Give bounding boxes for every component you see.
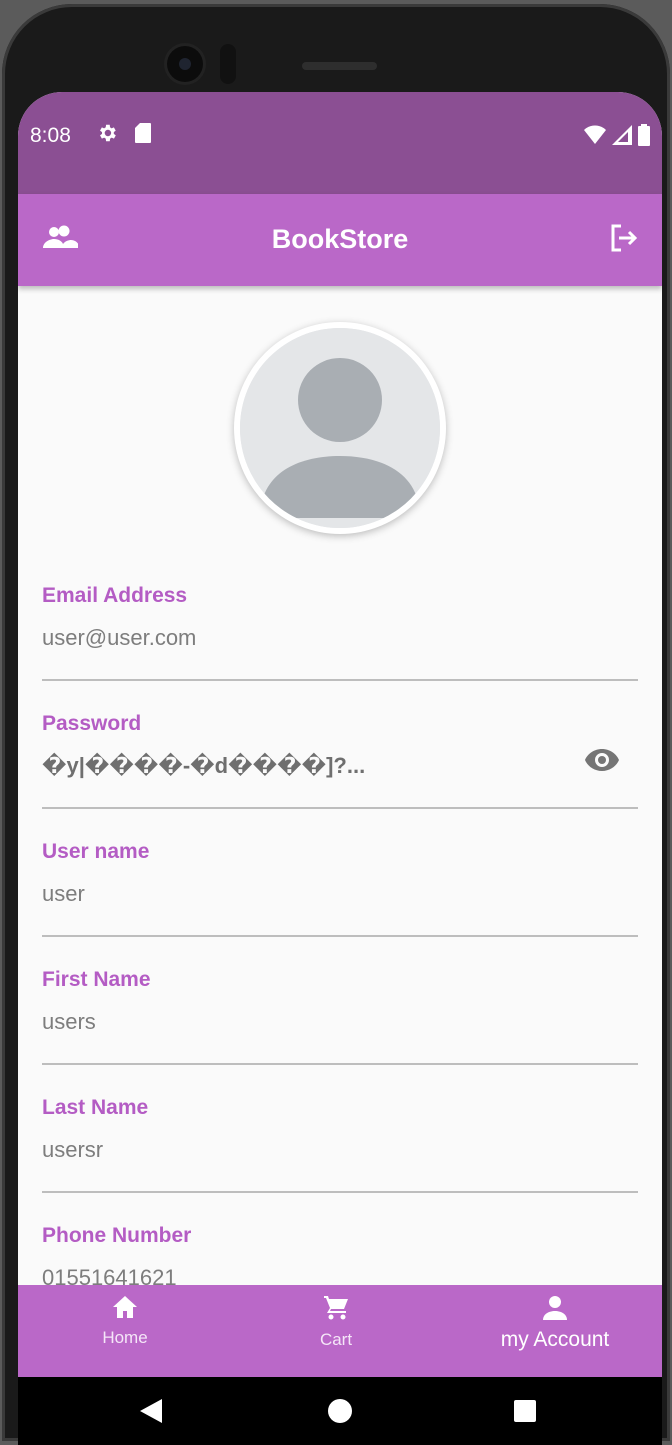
battery-icon: [638, 124, 650, 151]
logout-button[interactable]: [602, 220, 646, 260]
password-field[interactable]: Password �y|����-�d����]?...: [42, 712, 638, 809]
first-name-field[interactable]: First Name users: [42, 968, 638, 1065]
first-name-value[interactable]: users: [42, 1009, 96, 1035]
nav-home-label: Home: [102, 1328, 148, 1347]
recents-icon[interactable]: [514, 1400, 536, 1427]
system-navigation-bar: [18, 1377, 662, 1445]
email-value[interactable]: user@user.com: [42, 625, 196, 651]
toggle-password-visibility-button[interactable]: [582, 746, 622, 778]
signal-icon: [612, 125, 632, 150]
password-label: Password: [42, 712, 142, 735]
password-value[interactable]: �y|����-�d����]?...: [42, 753, 365, 779]
app-bar: BookStore: [18, 194, 662, 286]
home-button-icon[interactable]: [328, 1399, 352, 1428]
settings-icon: [96, 122, 118, 149]
wifi-icon: [584, 125, 606, 150]
nav-my-account[interactable]: my Account: [488, 1295, 622, 1352]
status-time: 8:08: [30, 124, 71, 147]
logout-icon: [609, 223, 639, 258]
nav-cart[interactable]: Cart: [306, 1295, 366, 1350]
phone-label: Phone Number: [42, 1224, 192, 1247]
username-label: User name: [42, 840, 150, 863]
nav-my-account-label: my Account: [500, 1328, 610, 1351]
status-bar: 8:08: [18, 92, 662, 194]
phone-frame: 8:08 BookStore Email Address user@user.c…: [2, 4, 670, 1445]
last-name-field[interactable]: Last Name usersr: [42, 1096, 638, 1193]
proximity-sensor: [220, 44, 236, 84]
back-icon[interactable]: [140, 1399, 162, 1428]
email-label: Email Address: [42, 584, 188, 607]
email-field[interactable]: Email Address user@user.com: [42, 584, 638, 681]
app-title: BookStore: [271, 224, 409, 254]
eye-icon: [584, 748, 620, 777]
nav-cart-label: Cart: [319, 1330, 353, 1349]
first-name-label: First Name: [42, 968, 151, 991]
username-field[interactable]: User name user: [42, 840, 638, 937]
profile-avatar[interactable]: [234, 322, 446, 534]
cart-icon: [323, 1295, 349, 1326]
nav-home[interactable]: Home: [88, 1295, 162, 1348]
sd-card-icon: [134, 122, 152, 149]
screen: 8:08 BookStore Email Address user@user.c…: [18, 92, 662, 1445]
bottom-navigation: Home Cart my Account: [18, 1285, 662, 1377]
last-name-value[interactable]: usersr: [42, 1137, 103, 1163]
person-placeholder-icon: [240, 328, 440, 528]
username-value[interactable]: user: [42, 881, 85, 907]
front-camera: [167, 46, 203, 82]
account-icon: [542, 1295, 568, 1326]
earpiece-speaker: [302, 62, 377, 70]
home-icon: [112, 1295, 138, 1324]
last-name-label: Last Name: [42, 1096, 149, 1119]
